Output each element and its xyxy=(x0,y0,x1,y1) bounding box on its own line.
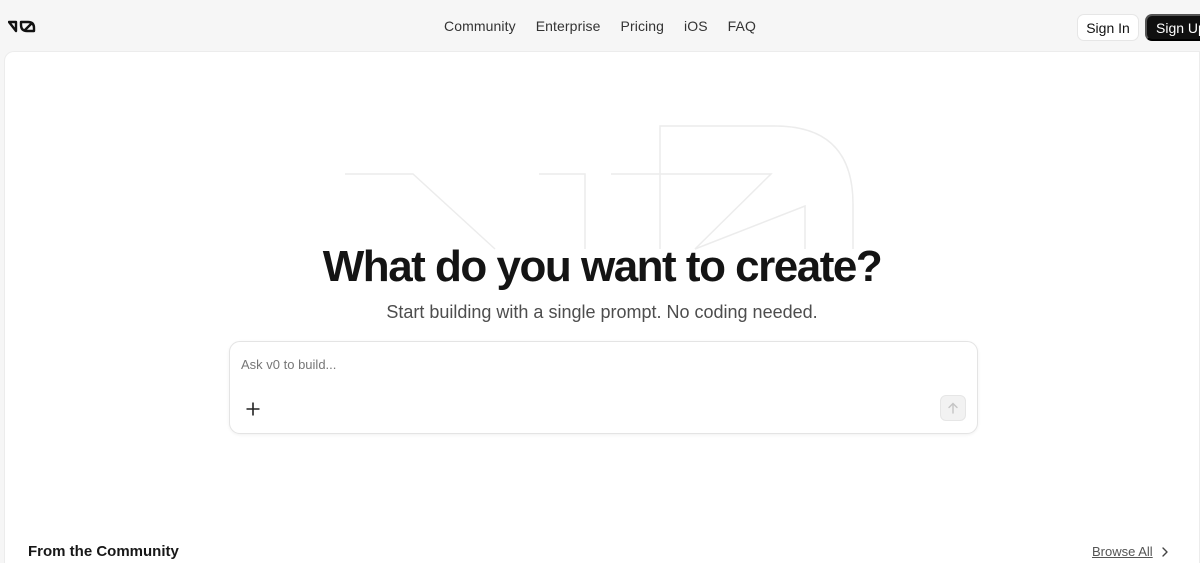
arrow-up-icon xyxy=(948,402,958,414)
main-panel: What do you want to create? Start buildi… xyxy=(4,51,1200,563)
top-navigation-bar: Community Enterprise Pricing iOS FAQ Sig… xyxy=(0,0,1200,52)
hero-title: What do you want to create? xyxy=(322,242,883,291)
browse-all-label: Browse All xyxy=(1092,544,1153,559)
v0-watermark-icon xyxy=(345,125,854,250)
nav-item-enterprise[interactable]: Enterprise xyxy=(536,18,601,34)
sign-up-button[interactable]: Sign Up xyxy=(1145,14,1200,41)
plus-icon xyxy=(246,402,260,416)
sign-in-button[interactable]: Sign In xyxy=(1077,14,1139,41)
nav-item-ios[interactable]: iOS xyxy=(684,18,708,34)
nav-item-pricing[interactable]: Pricing xyxy=(621,18,665,34)
send-button[interactable] xyxy=(940,395,966,421)
nav-item-faq[interactable]: FAQ xyxy=(728,18,756,34)
hero-subtitle: Start building with a single prompt. No … xyxy=(386,302,818,322)
add-attachment-button[interactable] xyxy=(242,398,264,420)
chevron-right-icon xyxy=(1162,546,1168,557)
nav-item-community[interactable]: Community xyxy=(444,18,516,34)
prompt-box xyxy=(229,341,978,434)
main-nav: Community Enterprise Pricing iOS FAQ xyxy=(0,0,1200,52)
browse-all-link[interactable]: Browse All xyxy=(1092,544,1169,559)
community-section-title: From the Community xyxy=(28,543,179,560)
prompt-input[interactable] xyxy=(241,354,941,374)
